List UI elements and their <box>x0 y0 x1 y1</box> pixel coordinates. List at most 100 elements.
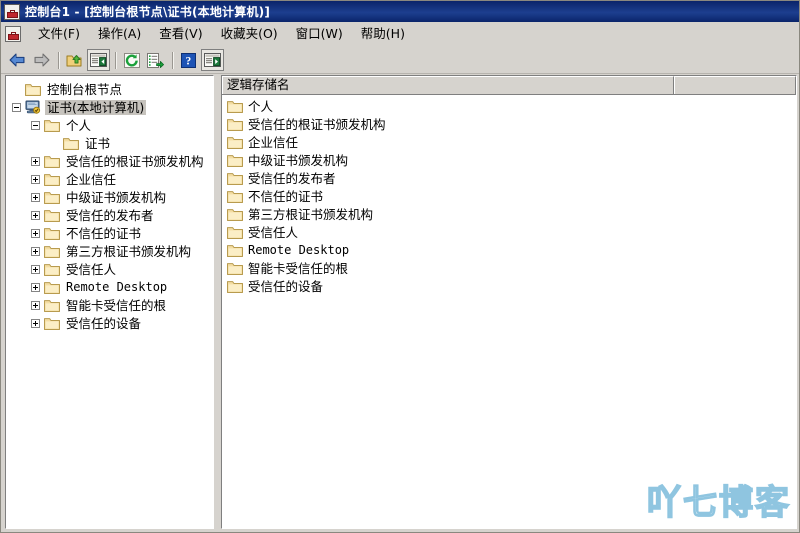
tree-node[interactable]: 受信任的设备 <box>6 314 213 332</box>
window-title: 控制台1 - [控制台根节点\证书(本地计算机)] <box>25 5 271 19</box>
expand-plus-icon[interactable] <box>31 246 40 256</box>
list-item[interactable]: 中级证书颁发机构 <box>222 151 796 169</box>
toolbar: ? <box>1 47 799 74</box>
tree-node-label: 受信任的设备 <box>66 315 142 331</box>
details-pane[interactable]: 逻辑存储名 个人 受信任的根证书颁发机构 企业信任 中级证书颁发机构 受信任的发布者 不信… <box>221 75 797 529</box>
toolbar-separator <box>58 51 59 69</box>
tree-node-label: 证书 <box>85 135 111 151</box>
system-menu-icon[interactable] <box>5 26 21 42</box>
toolbar-help-button[interactable]: ? <box>177 49 200 71</box>
expand-plus-icon[interactable] <box>31 318 40 328</box>
console-tree-pane[interactable]: 控制台根节点 证书(本地计算机) 个人证书受信任的根证书颁发机构 企业信任 中级证书颁发… <box>5 75 214 529</box>
back-arrow-icon <box>9 53 26 67</box>
tree-node[interactable]: 中级证书颁发机构 <box>6 188 213 206</box>
tree-node-label: 受信任的根证书颁发机构 <box>66 153 204 169</box>
folder-icon <box>44 155 60 168</box>
tree-node[interactable]: 个人 <box>6 116 213 134</box>
show-hide-console-tree-icon <box>90 53 107 67</box>
toolbar-separator <box>172 51 173 69</box>
folder-icon <box>44 119 60 132</box>
tree-node[interactable]: 不信任的证书 <box>6 224 213 242</box>
tree-node-label: 中级证书颁发机构 <box>66 189 167 205</box>
toolbar-properties-view-button[interactable] <box>201 49 224 71</box>
forward-arrow-icon <box>33 53 50 67</box>
tree-node-label: 控制台根节点 <box>47 81 123 97</box>
menu-window[interactable]: 窗口(W) <box>287 24 352 45</box>
expand-plus-icon[interactable] <box>31 174 40 184</box>
expand-plus-icon[interactable] <box>31 156 40 166</box>
list-item[interactable]: 受信任的设备 <box>222 277 796 295</box>
menu-file[interactable]: 文件(F) <box>29 24 89 45</box>
folder-icon <box>227 226 243 239</box>
menu-help[interactable]: 帮助(H) <box>352 24 414 45</box>
tree-node[interactable]: 证书(本地计算机) <box>6 98 213 116</box>
toolbar-refresh-button[interactable] <box>120 49 143 71</box>
up-one-level-folder-icon <box>66 53 83 68</box>
list-item[interactable]: 第三方根证书颁发机构 <box>222 205 796 223</box>
menu-action[interactable]: 操作(A) <box>89 24 150 45</box>
tree-node-label: 个人 <box>66 117 92 133</box>
menu-view[interactable]: 查看(V) <box>150 24 211 45</box>
tree-node[interactable]: 企业信任 <box>6 170 213 188</box>
list-item[interactable]: 个人 <box>222 97 796 115</box>
list-item-label: 第三方根证书颁发机构 <box>248 206 374 222</box>
folder-icon <box>227 244 243 257</box>
list-item-label: 企业信任 <box>248 134 299 150</box>
folder-icon <box>44 281 60 294</box>
tree-node[interactable]: 控制台根节点 <box>6 80 213 98</box>
folder-icon <box>44 317 60 330</box>
folder-icon <box>44 209 60 222</box>
list-item[interactable]: 受信任的发布者 <box>222 169 796 187</box>
list-item[interactable]: 受信任人 <box>222 223 796 241</box>
console-tree[interactable]: 控制台根节点 证书(本地计算机) 个人证书受信任的根证书颁发机构 企业信任 中级证书颁发… <box>6 76 213 528</box>
list-item-label: 受信任的根证书颁发机构 <box>248 116 386 132</box>
column-blank[interactable] <box>674 76 796 94</box>
pane-splitter[interactable] <box>214 75 221 529</box>
help-icon: ? <box>181 52 196 68</box>
tree-node[interactable]: 智能卡受信任的根 <box>6 296 213 314</box>
folder-icon <box>227 154 243 167</box>
svg-text:?: ? <box>186 55 192 67</box>
tree-node[interactable]: 受信任的发布者 <box>6 206 213 224</box>
menu-favorites[interactable]: 收藏夹(O) <box>212 24 287 45</box>
toolbar-forward-button[interactable] <box>30 49 53 71</box>
list-item[interactable]: 智能卡受信任的根 <box>222 259 796 277</box>
tree-node-label: 智能卡受信任的根 <box>66 297 167 313</box>
expand-plus-icon[interactable] <box>31 210 40 220</box>
folder-icon <box>44 173 60 186</box>
folder-icon <box>63 137 79 150</box>
tree-node[interactable]: Remote Desktop <box>6 278 213 296</box>
folder-icon <box>227 280 243 293</box>
tree-node[interactable]: 第三方根证书颁发机构 <box>6 242 213 260</box>
logical-store-list[interactable]: 个人 受信任的根证书颁发机构 企业信任 中级证书颁发机构 受信任的发布者 不信任的证书 第三… <box>222 95 796 528</box>
folder-icon <box>227 172 243 185</box>
collapse-minus-icon[interactable] <box>31 120 40 130</box>
toolbar-back-button[interactable] <box>6 49 29 71</box>
expand-plus-icon[interactable] <box>31 264 40 274</box>
refresh-icon <box>123 52 140 68</box>
expand-plus-icon[interactable] <box>31 228 40 238</box>
collapse-minus-icon[interactable] <box>12 102 21 112</box>
list-item[interactable]: 受信任的根证书颁发机构 <box>222 115 796 133</box>
tree-node[interactable]: 受信任人 <box>6 260 213 278</box>
expand-plus-icon[interactable] <box>31 300 40 310</box>
tree-node-label: 受信任的发布者 <box>66 207 154 223</box>
list-item[interactable]: Remote Desktop <box>222 241 796 259</box>
toolbar-show-hide-tree-button[interactable] <box>87 49 110 71</box>
list-item-label: 智能卡受信任的根 <box>248 260 349 276</box>
expand-plus-icon[interactable] <box>31 282 40 292</box>
tree-node[interactable]: 证书 <box>6 134 213 152</box>
list-item[interactable]: 不信任的证书 <box>222 187 796 205</box>
expand-plus-icon[interactable] <box>31 192 40 202</box>
tree-node[interactable]: 受信任的根证书颁发机构 <box>6 152 213 170</box>
toolbar-up-one-level-button[interactable] <box>63 49 86 71</box>
certificates-computer-icon <box>25 100 41 114</box>
menu-bar: 文件(F) 操作(A) 查看(V) 收藏夹(O) 窗口(W) 帮助(H) <box>1 22 799 47</box>
tree-node-label: Remote Desktop <box>66 279 168 294</box>
toolbar-export-list-button[interactable] <box>144 49 167 71</box>
column-logical-store-name[interactable]: 逻辑存储名 <box>222 76 674 94</box>
list-item-label: 受信任的设备 <box>248 278 324 294</box>
list-item[interactable]: 企业信任 <box>222 133 796 151</box>
folder-icon <box>44 299 60 312</box>
tree-node-label: 第三方根证书颁发机构 <box>66 243 192 259</box>
